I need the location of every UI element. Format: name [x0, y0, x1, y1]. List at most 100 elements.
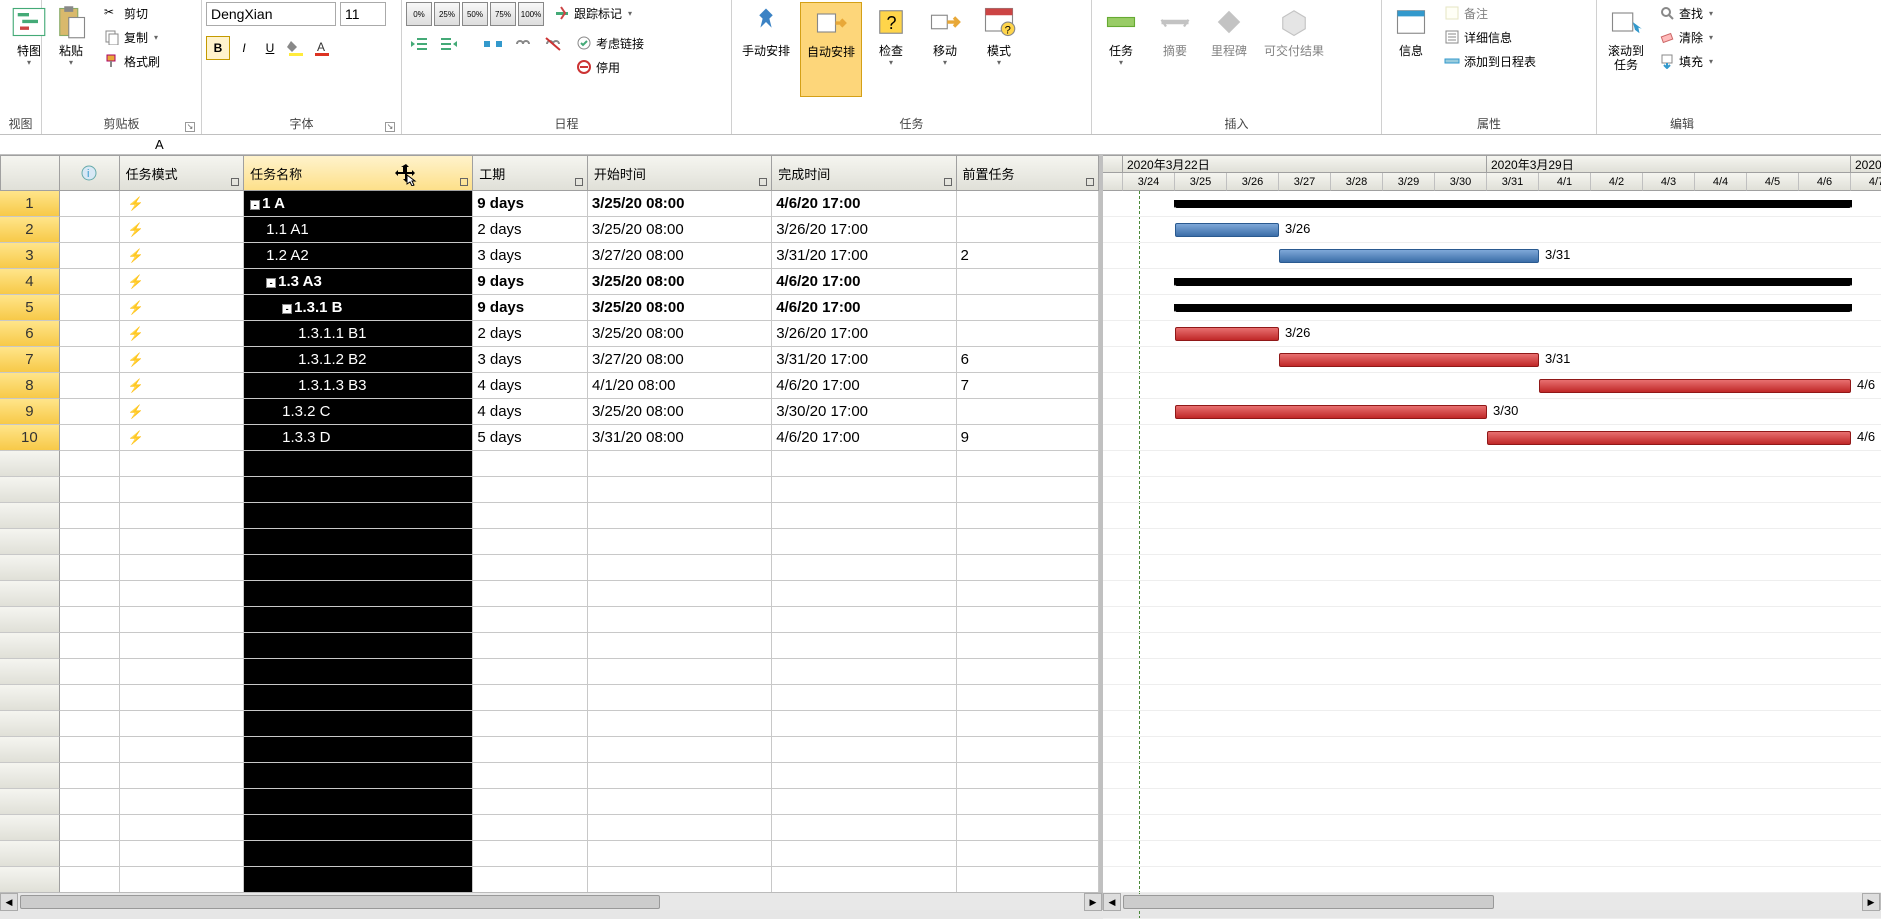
clipboard-launcher[interactable]: ↘ — [185, 122, 195, 132]
insert-task-button[interactable]: 任务▾ — [1096, 2, 1146, 97]
table-row[interactable]: 10⚡1.3.3 D5 days3/31/20 08:004/6/20 17:0… — [0, 425, 1099, 451]
gantt-summary-bar[interactable] — [1175, 278, 1851, 286]
table-row[interactable]: 3⚡1.2 A23 days3/27/20 08:003/31/20 17:00… — [0, 243, 1099, 269]
duration-cell[interactable] — [473, 581, 588, 607]
table-row[interactable] — [0, 555, 1099, 581]
start-cell[interactable] — [588, 789, 772, 815]
table-row[interactable] — [0, 529, 1099, 555]
details-button[interactable]: 详细信息 — [1440, 26, 1540, 48]
task-name-cell[interactable] — [244, 815, 473, 841]
predecessors-cell[interactable] — [957, 191, 1099, 217]
row-number[interactable] — [0, 659, 60, 685]
finish-cell[interactable]: 3/30/20 17:00 — [772, 399, 956, 425]
start-cell[interactable] — [588, 607, 772, 633]
start-cell[interactable]: 3/25/20 08:00 — [588, 399, 772, 425]
task-name-cell[interactable] — [244, 529, 473, 555]
gantt-task-bar[interactable] — [1279, 249, 1539, 263]
task-name-cell[interactable] — [244, 581, 473, 607]
mode-cell[interactable] — [120, 633, 245, 659]
progress-100-button[interactable]: 100% — [518, 2, 544, 26]
row-number[interactable]: 5 — [0, 295, 60, 321]
mode-cell[interactable]: ⚡ — [120, 373, 245, 399]
start-cell[interactable]: 3/25/20 08:00 — [588, 321, 772, 347]
row-number[interactable]: 9 — [0, 399, 60, 425]
predecessors-cell[interactable] — [957, 399, 1099, 425]
table-row[interactable] — [0, 789, 1099, 815]
paste-button[interactable]: 粘贴 ▾ — [46, 2, 96, 97]
scroll-right-button[interactable]: ▶ — [1084, 893, 1102, 911]
mode-cell[interactable] — [120, 451, 245, 477]
duration-cell[interactable]: 3 days — [473, 347, 588, 373]
fill-color-button[interactable] — [284, 36, 308, 60]
table-row[interactable]: 6⚡1.3.1.1 B12 days3/25/20 08:003/26/20 1… — [0, 321, 1099, 347]
task-name-cell[interactable]: 1.3.2 C — [244, 399, 473, 425]
select-all-cell[interactable] — [0, 155, 60, 191]
table-row[interactable]: 8⚡1.3.1.3 B34 days4/1/20 08:004/6/20 17:… — [0, 373, 1099, 399]
mode-cell[interactable]: ⚡ — [120, 321, 245, 347]
finish-cell[interactable] — [772, 659, 956, 685]
table-row[interactable] — [0, 685, 1099, 711]
cut-button[interactable]: ✂剪切 — [100, 2, 164, 24]
duration-cell[interactable] — [473, 451, 588, 477]
mode-cell[interactable] — [120, 711, 245, 737]
font-name-input[interactable] — [206, 2, 336, 26]
duration-cell[interactable]: 9 days — [473, 269, 588, 295]
predecessors-cell[interactable] — [957, 841, 1099, 867]
predecessors-cell[interactable] — [957, 581, 1099, 607]
column-header-start[interactable]: 开始时间 — [588, 155, 772, 191]
table-row[interactable] — [0, 815, 1099, 841]
mode-cell[interactable]: ⚡ — [120, 191, 245, 217]
row-number[interactable] — [0, 451, 60, 477]
underline-button[interactable]: U — [258, 36, 282, 60]
start-cell[interactable] — [588, 503, 772, 529]
table-row[interactable] — [0, 477, 1099, 503]
start-cell[interactable]: 4/1/20 08:00 — [588, 373, 772, 399]
duration-cell[interactable]: 3 days — [473, 243, 588, 269]
predecessors-cell[interactable] — [957, 503, 1099, 529]
mode-cell[interactable] — [120, 607, 245, 633]
task-name-cell[interactable] — [244, 633, 473, 659]
scroll-right-button[interactable]: ▶ — [1862, 893, 1880, 911]
finish-cell[interactable]: 3/31/20 17:00 — [772, 243, 956, 269]
inspect-button[interactable]: ? 检查▾ — [866, 2, 916, 97]
predecessors-cell[interactable] — [957, 555, 1099, 581]
predecessors-cell[interactable] — [957, 269, 1099, 295]
start-cell[interactable] — [588, 763, 772, 789]
duration-cell[interactable] — [473, 659, 588, 685]
find-button[interactable]: 查找▾ — [1655, 2, 1717, 24]
row-number[interactable]: 6 — [0, 321, 60, 347]
finish-cell[interactable] — [772, 789, 956, 815]
table-row[interactable] — [0, 763, 1099, 789]
scroll-left-button[interactable]: ◀ — [1103, 893, 1121, 911]
start-cell[interactable] — [588, 477, 772, 503]
duration-cell[interactable]: 2 days — [473, 321, 588, 347]
table-row[interactable]: 2⚡1.1 A12 days3/25/20 08:003/26/20 17:00 — [0, 217, 1099, 243]
mode-cell[interactable] — [120, 581, 245, 607]
predecessors-cell[interactable]: 9 — [957, 425, 1099, 451]
row-number[interactable] — [0, 581, 60, 607]
task-name-cell[interactable] — [244, 763, 473, 789]
row-number[interactable]: 8 — [0, 373, 60, 399]
table-row[interactable]: 1⚡-1 A9 days3/25/20 08:004/6/20 17:00 — [0, 191, 1099, 217]
start-cell[interactable] — [588, 815, 772, 841]
duration-cell[interactable] — [473, 711, 588, 737]
task-name-cell[interactable] — [244, 711, 473, 737]
insert-deliverable-button[interactable]: 可交付结果 — [1258, 2, 1330, 97]
link-tasks-button[interactable] — [510, 32, 536, 56]
start-cell[interactable] — [588, 685, 772, 711]
gantt-task-bar[interactable] — [1279, 353, 1539, 367]
duration-cell[interactable] — [473, 503, 588, 529]
duration-cell[interactable]: 5 days — [473, 425, 588, 451]
mode-cell[interactable] — [120, 867, 245, 892]
table-row[interactable]: 5⚡-1.3.1 B9 days3/25/20 08:004/6/20 17:0… — [0, 295, 1099, 321]
task-name-cell[interactable]: 1.3.1.1 B1 — [244, 321, 473, 347]
start-cell[interactable] — [588, 529, 772, 555]
predecessors-cell[interactable] — [957, 633, 1099, 659]
predecessors-cell[interactable] — [957, 451, 1099, 477]
grid-hscroll[interactable]: ◀ ▶ — [0, 893, 1103, 910]
start-cell[interactable] — [588, 633, 772, 659]
information-button[interactable]: 信息 — [1386, 2, 1436, 97]
mode-cell[interactable] — [120, 841, 245, 867]
row-number[interactable] — [0, 763, 60, 789]
deactivate-button[interactable]: 停用 — [572, 56, 648, 78]
